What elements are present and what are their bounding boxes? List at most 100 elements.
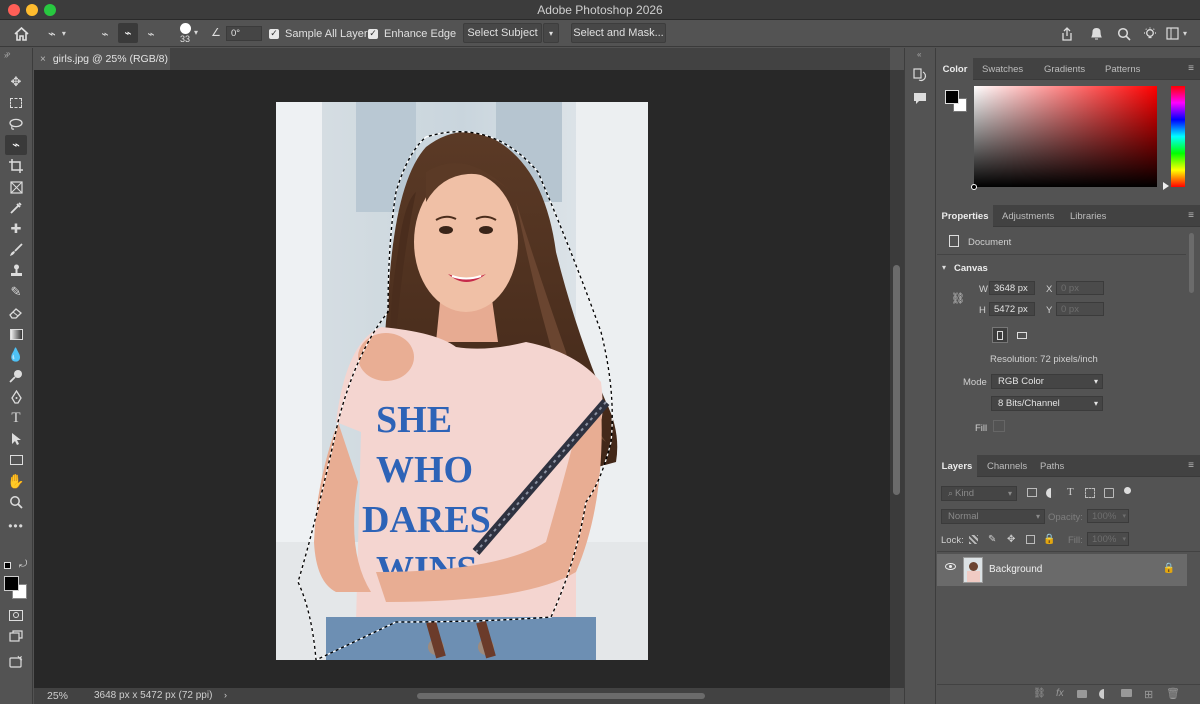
close-tab-icon[interactable]: × xyxy=(40,54,46,65)
tab-channels[interactable]: Channels xyxy=(987,455,1027,477)
filter-shape-icon[interactable] xyxy=(1085,488,1095,498)
lock-artboard-icon[interactable] xyxy=(1026,535,1035,544)
sample-all-layers-checkbox[interactable]: ✓ Sample All Layers xyxy=(269,20,373,47)
fill-swatch[interactable] xyxy=(993,420,1005,432)
color-field[interactable] xyxy=(971,86,1157,190)
tabs-collapse-icon[interactable]: » xyxy=(4,51,8,60)
mode-select[interactable]: RGB Color ▾ xyxy=(991,374,1103,389)
properties-scroll-thumb[interactable] xyxy=(1189,233,1194,293)
share-button[interactable] xyxy=(1060,20,1076,47)
enhance-edge-checkbox[interactable]: ✓ Enhance Edge xyxy=(368,20,456,47)
foreground-color-swatch[interactable] xyxy=(4,576,19,591)
default-colors-icon[interactable] xyxy=(4,562,11,569)
chevron-down-icon[interactable]: ▾ xyxy=(194,28,198,37)
properties-scrollbar[interactable] xyxy=(1188,231,1196,441)
visibility-eye-icon[interactable] xyxy=(945,563,956,570)
horizontal-scroll-thumb[interactable] xyxy=(417,693,705,699)
link-layers-icon[interactable]: ⛓ xyxy=(1033,688,1046,699)
gradient-tool[interactable] xyxy=(5,324,27,344)
select-subject-dropdown[interactable]: ▾ xyxy=(543,23,559,43)
new-selection-mode-button[interactable]: ⌁ xyxy=(96,20,114,47)
tab-swatches[interactable]: Swatches xyxy=(982,58,1023,80)
clone-stamp-tool[interactable] xyxy=(5,261,27,281)
lock-position-icon[interactable]: ✥ xyxy=(1007,534,1015,545)
crop-tool[interactable] xyxy=(5,156,27,176)
brush-size-picker[interactable]: 33 xyxy=(172,20,204,47)
new-group-icon[interactable] xyxy=(1121,689,1132,697)
portrait-orientation-button[interactable] xyxy=(992,327,1008,343)
canvas-section-toggle[interactable]: ▾ xyxy=(942,263,946,272)
opacity-input[interactable]: 100% ▾ xyxy=(1087,509,1129,523)
brush-tool[interactable] xyxy=(5,240,27,260)
search-button[interactable] xyxy=(1117,20,1133,47)
generative-fill-button[interactable] xyxy=(5,651,27,671)
tab-adjustments[interactable]: Adjustments xyxy=(1002,205,1054,227)
workspace-button[interactable]: ▾ xyxy=(1166,20,1196,47)
lock-all-icon[interactable]: 🔒 xyxy=(1043,534,1055,545)
eyedropper-tool[interactable] xyxy=(5,198,27,218)
home-button[interactable] xyxy=(14,20,32,47)
height-input[interactable]: 5472 px xyxy=(989,302,1035,316)
color-picker-handle[interactable] xyxy=(971,184,977,190)
fill-opacity-input[interactable]: 100% ▾ xyxy=(1087,532,1129,546)
filter-pixel-icon[interactable] xyxy=(1027,488,1037,497)
hue-slider-handle[interactable] xyxy=(1163,182,1169,190)
frame-tool[interactable] xyxy=(5,177,27,197)
swap-colors-icon[interactable]: ⤾ xyxy=(19,559,27,570)
angle-input[interactable]: 0° xyxy=(226,26,262,41)
fx-icon[interactable]: fx xyxy=(1056,688,1064,699)
discover-button[interactable] xyxy=(1143,20,1159,47)
path-selection-tool[interactable] xyxy=(5,429,27,449)
vertical-scroll-thumb[interactable] xyxy=(893,265,900,495)
fg-color-chip[interactable] xyxy=(945,90,959,104)
tab-gradients[interactable]: Gradients xyxy=(1044,58,1085,80)
canvas-area[interactable]: SHE WHO DARES WINS xyxy=(34,70,890,688)
layer-row-background[interactable]: Background 🔒 xyxy=(937,554,1187,586)
landscape-orientation-button[interactable] xyxy=(1014,327,1030,343)
tab-properties[interactable]: Properties xyxy=(937,205,993,227)
healing-brush-tool[interactable]: ✚ xyxy=(5,219,27,239)
select-and-mask-button[interactable]: Select and Mask... xyxy=(571,23,666,43)
tab-libraries[interactable]: Libraries xyxy=(1070,205,1106,227)
zoom-tool[interactable] xyxy=(5,492,27,512)
panel-menu-icon[interactable]: ≡ xyxy=(1188,63,1194,74)
quick-mask-button[interactable] xyxy=(5,605,27,625)
tab-paths[interactable]: Paths xyxy=(1040,455,1064,477)
panel-menu-icon[interactable]: ≡ xyxy=(1188,460,1194,471)
bit-depth-select[interactable]: 8 Bits/Channel ▾ xyxy=(991,396,1103,411)
blur-tool[interactable]: 💧 xyxy=(5,345,27,365)
filter-type-icon[interactable]: T xyxy=(1067,486,1074,498)
vertical-scrollbar[interactable] xyxy=(890,70,904,688)
history-panel-button[interactable] xyxy=(913,68,929,84)
hand-tool[interactable]: ✋ xyxy=(5,471,27,491)
new-layer-icon[interactable]: ⊞ xyxy=(1144,688,1153,701)
quick-selection-tool[interactable]: ⌁ xyxy=(5,135,27,155)
blend-mode-select[interactable]: Normal ▾ xyxy=(941,509,1045,524)
delete-layer-icon[interactable]: 🗑 xyxy=(1166,687,1180,700)
width-input[interactable]: 3648 px xyxy=(989,281,1035,295)
add-mask-icon[interactable] xyxy=(1077,690,1087,698)
eraser-tool[interactable] xyxy=(5,303,27,323)
select-subject-button[interactable]: Select Subject xyxy=(463,23,542,43)
tab-layers[interactable]: Layers xyxy=(937,455,977,477)
lasso-tool[interactable] xyxy=(5,114,27,134)
screen-mode-button[interactable] xyxy=(5,626,27,646)
lock-transparency-icon[interactable] xyxy=(969,535,978,544)
rectangle-tool[interactable] xyxy=(5,450,27,470)
x-input[interactable]: 0 px xyxy=(1056,281,1104,295)
y-input[interactable]: 0 px xyxy=(1056,302,1104,316)
comments-panel-button[interactable] xyxy=(913,92,929,108)
filter-adjustment-icon[interactable] xyxy=(1046,488,1056,498)
tab-color[interactable]: Color xyxy=(937,58,973,80)
new-adjustment-icon[interactable] xyxy=(1099,689,1109,699)
add-to-selection-mode-button[interactable]: ⌁ xyxy=(118,23,138,43)
document-tab[interactable]: × girls.jpg @ 25% (RGB/8) xyxy=(34,48,170,70)
hue-slider[interactable] xyxy=(1171,86,1185,187)
pen-tool[interactable] xyxy=(5,387,27,407)
dodge-tool[interactable] xyxy=(5,366,27,386)
type-tool[interactable]: T xyxy=(5,408,27,428)
edit-toolbar-button[interactable]: ••• xyxy=(5,516,27,536)
history-brush-tool[interactable]: ✎ xyxy=(5,282,27,302)
move-tool[interactable]: ✥ xyxy=(5,72,27,92)
lock-pixels-icon[interactable]: ✎ xyxy=(988,534,996,545)
